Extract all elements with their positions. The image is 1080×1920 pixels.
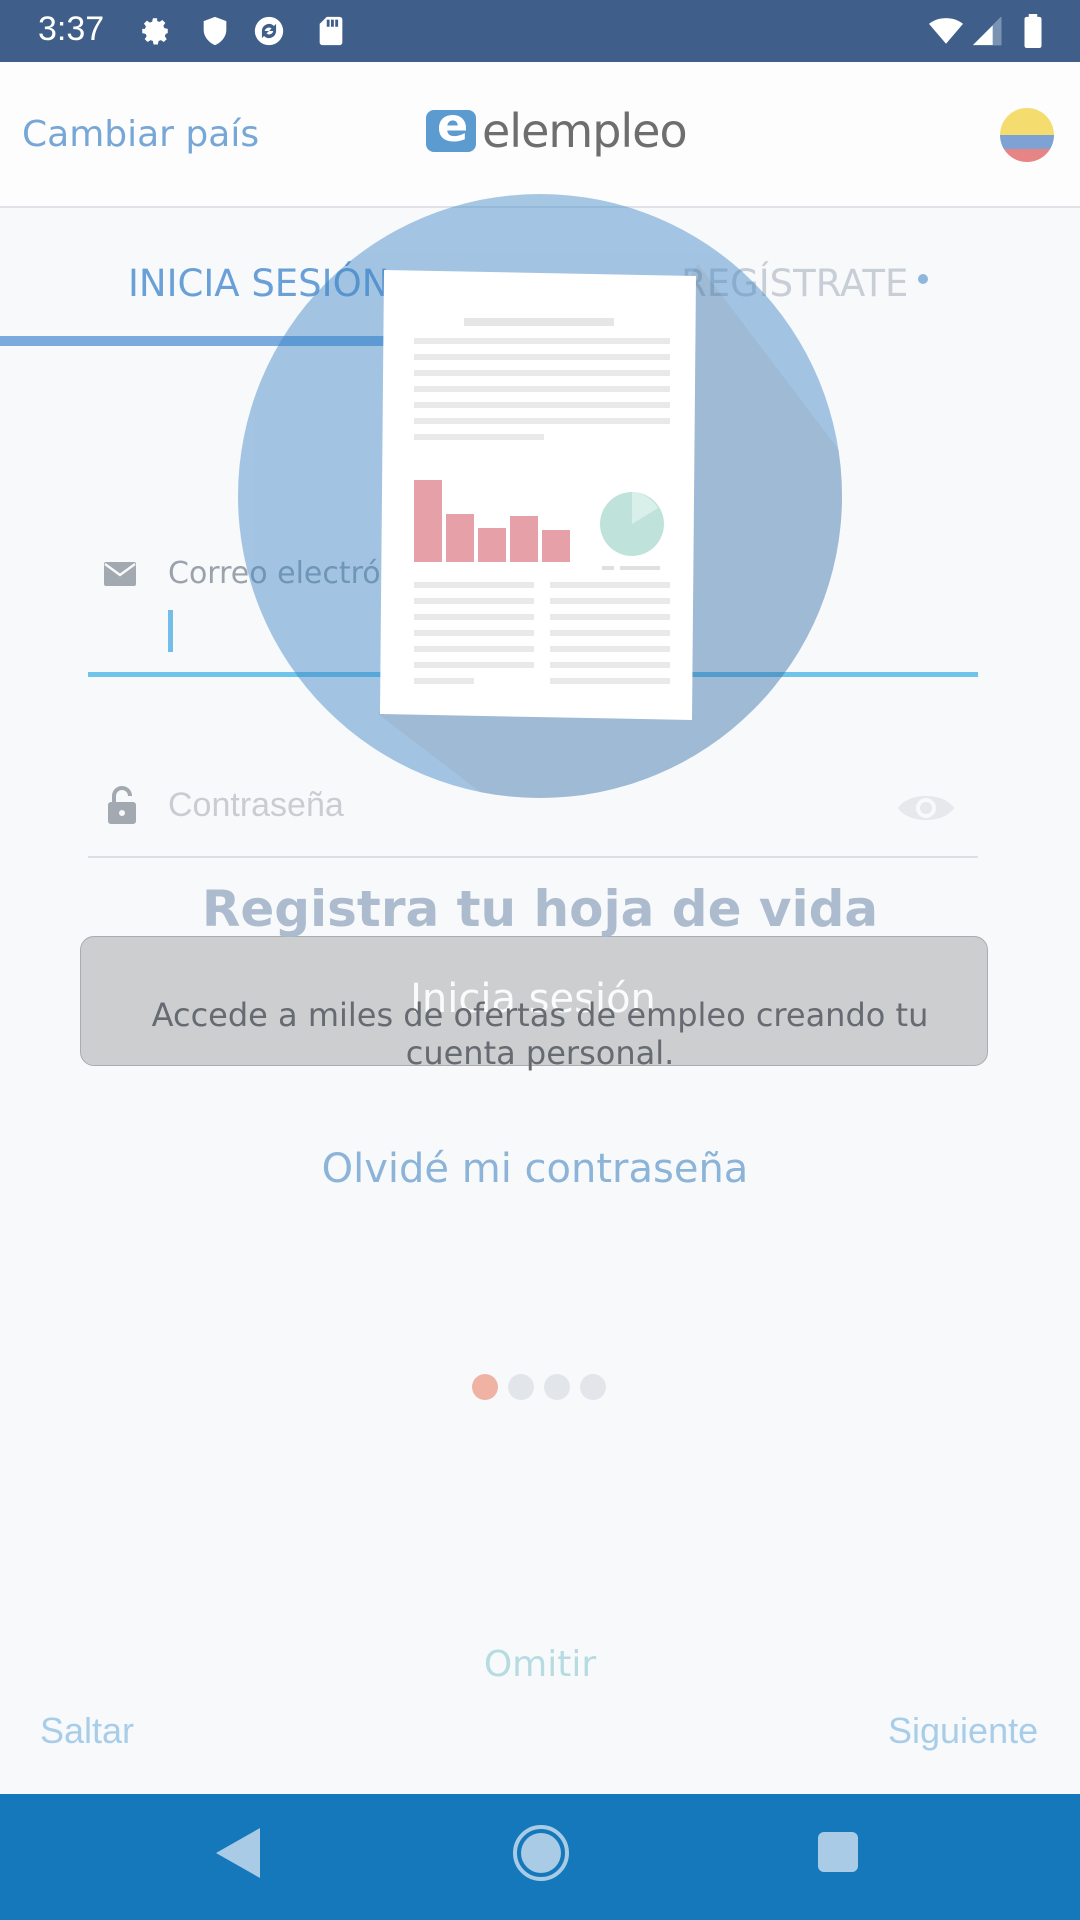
sync-icon	[254, 16, 284, 46]
page-dot-active	[472, 1374, 498, 1400]
page-dot	[544, 1374, 570, 1400]
omit-button[interactable]: Omitir	[0, 1644, 1080, 1685]
colombia-flag-icon[interactable]	[1000, 108, 1054, 162]
unlock-icon	[108, 786, 136, 824]
logo-mark-icon	[426, 98, 476, 152]
forgot-password-link[interactable]: Olvidé mi contraseña	[0, 1146, 1070, 1192]
skip-button[interactable]: Saltar	[40, 1710, 134, 1752]
eye-icon[interactable]	[896, 788, 956, 828]
password-underline	[88, 856, 978, 858]
app-header: Cambiar país elempleo	[0, 62, 1080, 208]
shield-icon	[203, 16, 227, 46]
recent-apps-icon[interactable]	[818, 1832, 858, 1872]
tab-register-badge	[918, 274, 928, 284]
back-icon[interactable]	[216, 1828, 260, 1878]
document-illustration-icon	[380, 270, 696, 720]
onboarding-description: Accede a miles de ofertas de empleo crea…	[151, 996, 929, 1072]
onboarding-title: Registra tu hoja de vida	[201, 880, 879, 938]
sd-card-icon	[319, 16, 343, 46]
envelope-icon	[104, 562, 136, 586]
home-icon[interactable]	[512, 1824, 570, 1882]
status-bar: 3:37	[0, 0, 1080, 62]
battery-icon	[1024, 14, 1042, 48]
logo-text: elempleo	[482, 104, 688, 158]
page-dot	[508, 1374, 534, 1400]
gear-icon	[142, 18, 168, 45]
page-dot	[580, 1374, 606, 1400]
next-button[interactable]: Siguiente	[888, 1710, 1038, 1752]
signal-icon	[972, 16, 1002, 46]
change-country-link[interactable]: Cambiar país	[22, 114, 259, 155]
status-time: 3:37	[38, 10, 105, 48]
wifi-icon	[929, 18, 963, 44]
system-nav-bar	[0, 1794, 1080, 1920]
email-field-cursor	[168, 610, 173, 652]
